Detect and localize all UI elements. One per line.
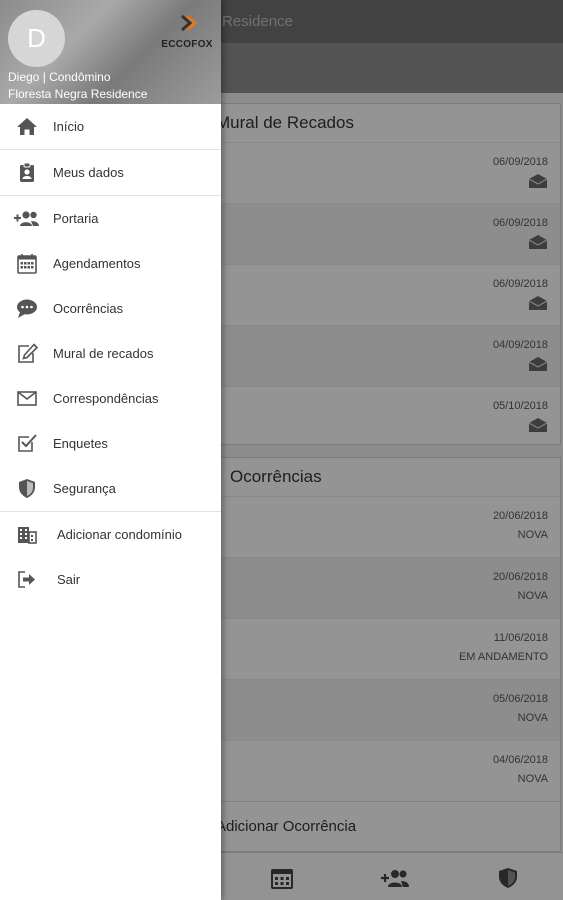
menu-item-label: Portaria	[53, 211, 99, 226]
logo-text: ECCOFOX	[161, 39, 213, 50]
chat-bubble-icon	[17, 299, 37, 318]
menu-item-mural-de-recados[interactable]: Mural de recados	[0, 331, 221, 376]
drawer-header: D ECCOFOX Diego | Condômino Floresta Neg…	[0, 0, 221, 104]
menu-item-meus-dados[interactable]: Meus dados	[0, 150, 221, 195]
menu-item-inicio[interactable]: Início	[0, 104, 221, 149]
menu-item-label: Correspondências	[53, 391, 159, 406]
logout-icon	[18, 571, 35, 588]
menu-item-enquetes[interactable]: Enquetes	[0, 421, 221, 466]
menu-item-label: Ocorrências	[53, 301, 124, 316]
company-logo: ECCOFOX	[158, 14, 216, 60]
menu-item-label: Enquetes	[53, 436, 108, 451]
shield-icon	[19, 479, 35, 498]
id-badge-icon	[20, 162, 34, 182]
menu-item-label: Sair	[57, 572, 81, 587]
menu-item-label: Adicionar condomínio	[57, 527, 183, 542]
calendar-icon	[17, 254, 37, 274]
menu-item-sair[interactable]: Sair	[0, 557, 221, 602]
logo-mark-icon	[181, 14, 198, 32]
menu-item-seguranca[interactable]: Segurança	[0, 466, 221, 511]
condo-name: Floresta Negra Residence	[8, 87, 148, 101]
menu-item-correspondencias[interactable]: Correspondências	[0, 376, 221, 421]
building-icon	[18, 527, 37, 544]
avatar[interactable]: D	[8, 10, 65, 67]
menu-item-label: Início	[53, 119, 85, 134]
menu-item-portaria[interactable]: Portaria	[0, 196, 221, 241]
menu-item-adicionar-condominio[interactable]: Adicionar condomínio	[0, 512, 221, 557]
navigation-drawer: D ECCOFOX Diego | Condômino Floresta Neg…	[0, 0, 221, 900]
menu-item-ocorrencias[interactable]: Ocorrências	[0, 286, 221, 331]
home-icon	[17, 118, 37, 135]
checkbox-icon	[18, 434, 37, 452]
drawer-menu: Início Meus dados Portaria Agendamentos …	[0, 104, 221, 602]
envelope-icon	[17, 391, 37, 406]
edit-icon	[18, 343, 38, 363]
menu-item-label: Agendamentos	[53, 256, 141, 271]
menu-item-label: Mural de recados	[53, 346, 154, 361]
menu-item-label: Segurança	[53, 481, 116, 496]
menu-item-agendamentos[interactable]: Agendamentos	[0, 241, 221, 286]
menu-item-label: Meus dados	[53, 165, 124, 180]
user-name: Diego | Condômino	[8, 70, 111, 84]
add-people-icon	[14, 211, 39, 226]
